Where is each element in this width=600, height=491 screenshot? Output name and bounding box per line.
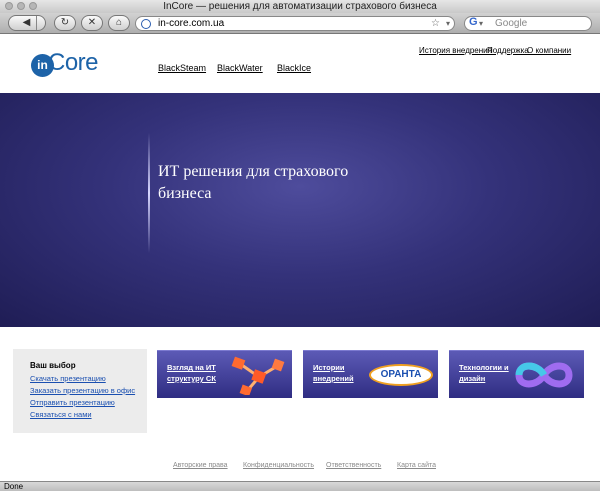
link-about[interactable]: О компании bbox=[527, 46, 571, 55]
address-dropdown-icon[interactable]: ▾ bbox=[446, 17, 450, 30]
address-bar[interactable]: in-core.com.ua ☆ ▾ bbox=[135, 16, 455, 31]
search-placeholder: Google bbox=[495, 18, 528, 29]
nav-blackwater[interactable]: BlackWater bbox=[217, 63, 263, 73]
nav-blacksteam[interactable]: BlackSteam bbox=[158, 63, 206, 73]
status-text: Done bbox=[4, 482, 24, 491]
link-contact-us[interactable]: Связаться с нами bbox=[30, 410, 92, 419]
title-bar: InCore — решения для автоматизации страх… bbox=[0, 0, 600, 13]
reload-icon[interactable]: ↻ bbox=[54, 15, 76, 31]
footer-sitemap[interactable]: Карта сайта bbox=[397, 462, 436, 469]
home-icon[interactable]: ⌂ bbox=[108, 15, 130, 31]
banner-technology-design-label[interactable]: Технологии и дизайн bbox=[459, 362, 509, 384]
window-controls bbox=[5, 2, 37, 10]
minimize-window-icon[interactable] bbox=[17, 2, 25, 10]
back-forward-buttons: ◀▶ bbox=[8, 15, 46, 31]
browser-toolbar: ◀▶ ↻ ✕ ⌂ in-core.com.ua ☆ ▾ G ▾ Google bbox=[0, 13, 600, 34]
oranta-logo-text: ОРАНТА bbox=[380, 369, 422, 380]
bookmark-star-icon[interactable]: ☆ bbox=[431, 17, 440, 30]
status-bar: Done bbox=[0, 481, 600, 491]
address-text: in-core.com.ua bbox=[158, 18, 225, 29]
nav-blackice[interactable]: BlackIce bbox=[277, 63, 311, 73]
hero-banner: ИТ решения для страхового бизнеса bbox=[0, 93, 600, 327]
stop-icon[interactable]: ✕ bbox=[81, 15, 103, 31]
back-icon[interactable]: ◀ bbox=[18, 16, 36, 30]
link-implementation-history[interactable]: История внедрения bbox=[419, 46, 492, 55]
site-logo[interactable]: in Core bbox=[31, 49, 101, 80]
link-download-presentation[interactable]: Скачать презентацию bbox=[30, 374, 106, 383]
web-page: in Core BlackSteam BlackWater BlackIce И… bbox=[0, 35, 600, 481]
banner-it-structure-label[interactable]: Взгляд на ИТ структуру СК bbox=[167, 362, 225, 384]
window-title: InCore — решения для автоматизации страх… bbox=[163, 1, 437, 12]
hero-heading: ИТ решения для страхового бизнеса bbox=[158, 163, 349, 202]
infinity-logo-icon bbox=[515, 362, 573, 388]
choice-panel: Ваш выбор Скачать презентацию Заказать п… bbox=[13, 349, 147, 433]
close-window-icon[interactable] bbox=[5, 2, 13, 10]
banner-it-structure[interactable]: Взгляд на ИТ структуру СК bbox=[157, 350, 292, 398]
oranta-logo: ОРАНТА bbox=[369, 364, 433, 386]
search-field[interactable]: G ▾ Google bbox=[464, 16, 592, 31]
choice-panel-title: Ваш выбор bbox=[30, 361, 76, 370]
hero-light-streak bbox=[148, 133, 150, 253]
browser-window: InCore — решения для автоматизации страх… bbox=[0, 0, 600, 491]
network-graph-icon bbox=[231, 356, 285, 395]
link-support[interactable]: Поддержка bbox=[487, 46, 529, 55]
link-order-presentation[interactable]: Заказать презентацию в офис bbox=[30, 386, 135, 395]
footer-privacy[interactable]: Конфиденциальность bbox=[243, 462, 314, 469]
footer-disclaimer[interactable]: Ответственность bbox=[326, 462, 381, 469]
banner-technology-design[interactable]: Технологии и дизайн bbox=[449, 350, 584, 398]
forward-icon[interactable]: ▶ bbox=[18, 30, 36, 31]
google-icon: G bbox=[469, 16, 478, 28]
footer-copyright[interactable]: Авторские права bbox=[173, 462, 228, 469]
search-engine-dropdown-icon[interactable]: ▾ bbox=[479, 17, 483, 30]
zoom-window-icon[interactable] bbox=[29, 2, 37, 10]
logo-text: Core bbox=[48, 49, 99, 76]
globe-icon bbox=[141, 19, 151, 29]
banner-implementation-stories-label[interactable]: Истории внедрений bbox=[313, 362, 368, 384]
link-send-presentation[interactable]: Отправить презентацию bbox=[30, 398, 115, 407]
banner-implementation-stories[interactable]: Истории внедрений ОРАНТА bbox=[303, 350, 438, 398]
